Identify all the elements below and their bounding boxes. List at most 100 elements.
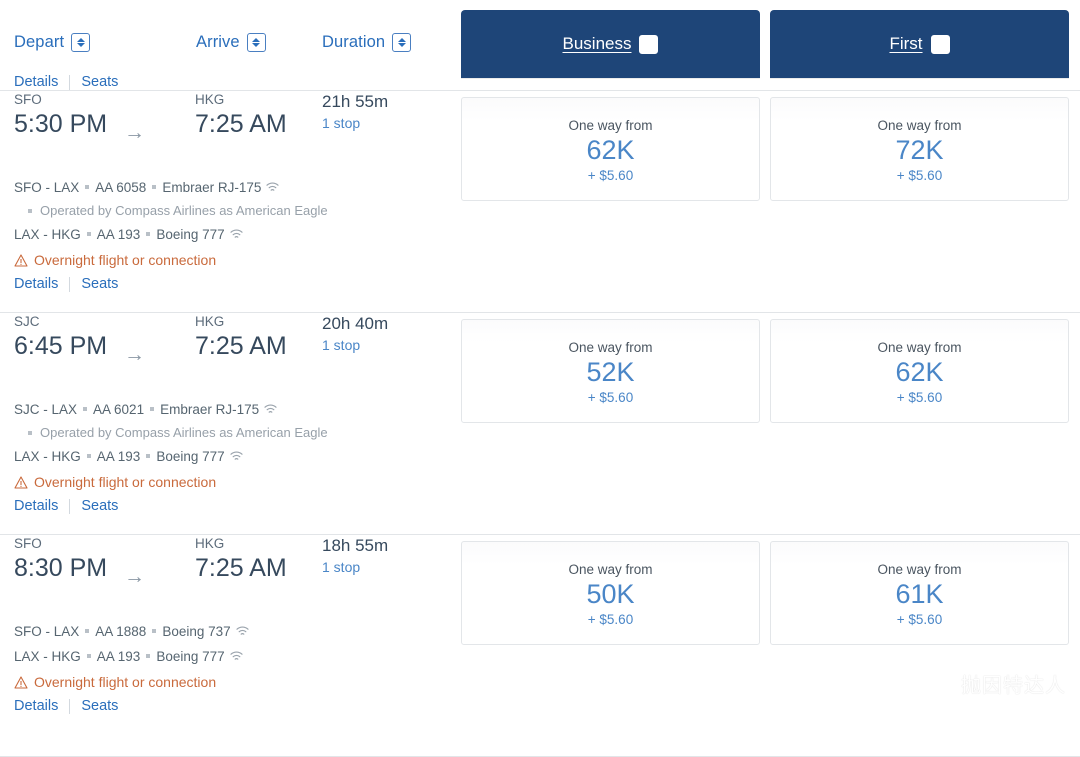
sort-stepper-icon[interactable]	[71, 33, 91, 52]
flight-leg: SFO - LAX AA 1888 Boeing 737	[0, 619, 460, 644]
flight-result-row: SFO 5:30 PM → HKG 7:25 AM 21h 55m 1 stop…	[0, 91, 1080, 313]
destination-airport-code: HKG	[195, 536, 225, 551]
seats-link[interactable]: Seats	[81, 498, 118, 514]
details-link[interactable]: Details	[14, 276, 58, 292]
price-miles-first: 62K	[895, 357, 944, 387]
stops-count[interactable]: 1 stop	[322, 112, 388, 134]
leg-flight-number: AA 6021	[93, 402, 145, 417]
duration-segment: 18h 55m 1 stop	[322, 535, 388, 578]
price-card-caption: One way from	[568, 118, 653, 133]
leg-route: LAX - HKG	[14, 227, 81, 242]
destination-airport-code: HKG	[195, 92, 225, 107]
link-divider	[69, 698, 71, 714]
destination-airport-code: HKG	[195, 314, 225, 329]
sort-stepper-icon[interactable]	[246, 33, 266, 52]
details-link[interactable]: Details	[14, 498, 58, 514]
flight-leg: LAX - HKG AA 193 Boeing 777	[0, 222, 460, 247]
sort-stepper-icon[interactable]	[639, 34, 659, 54]
price-card-first[interactable]: One way from 72K + $5.60	[770, 97, 1069, 201]
total-duration: 21h 55m	[322, 92, 389, 111]
arrive-segment: HKG 7:25 AM	[195, 313, 287, 361]
leg-route: LAX - HKG	[14, 449, 81, 464]
wifi-icon	[230, 451, 243, 460]
depart-segment: SJC 6:45 PM	[14, 313, 107, 361]
overnight-warning-text: Overnight flight or connection	[34, 474, 217, 490]
price-miles-business: 50K	[586, 579, 635, 609]
price-card-business[interactable]: One way from 52K + $5.60	[461, 319, 760, 423]
sort-control-depart[interactable]: Depart	[14, 33, 91, 52]
stops-count[interactable]: 1 stop	[322, 334, 388, 356]
duration-segment: 21h 55m 1 stop	[322, 91, 388, 134]
wifi-icon	[230, 651, 243, 660]
flight-result-row: SFO 8:30 PM → HKG 7:25 AM 18h 55m 1 stop…	[0, 535, 1080, 757]
itinerary-times: SFO 5:30 PM → HKG 7:25 AM 21h 55m 1 stop	[0, 91, 460, 153]
warning-triangle-icon	[14, 475, 28, 489]
sort-control-duration[interactable]: Duration	[322, 33, 412, 52]
depart-time: 6:45 PM	[14, 332, 108, 360]
tab-business[interactable]: Business	[461, 10, 760, 78]
link-divider	[69, 74, 71, 90]
origin-airport-code: SFO	[14, 536, 42, 551]
leg-route: SJC - LAX	[14, 402, 78, 417]
sort-label-depart: Depart	[14, 33, 65, 51]
bullet-separator	[85, 185, 90, 190]
triangle-up-icon	[397, 38, 406, 42]
triangle-up-icon	[76, 38, 85, 42]
price-miles-business: 52K	[586, 357, 635, 387]
sort-stepper-icon[interactable]	[930, 34, 950, 54]
details-link[interactable]: Details	[14, 698, 58, 714]
price-card-first[interactable]: One way from 61K + $5.60	[770, 541, 1069, 645]
seats-link[interactable]: Seats	[81, 276, 118, 292]
triangle-up-icon	[644, 39, 653, 44]
seats-link[interactable]: Seats	[81, 74, 118, 90]
link-divider	[69, 498, 71, 514]
stops-count[interactable]: 1 stop	[322, 556, 388, 578]
bullet-separator	[83, 407, 88, 412]
leg-flight-number: AA 6058	[95, 180, 147, 195]
price-card-first[interactable]: One way from 62K + $5.60	[770, 319, 1069, 423]
sort-bar: Depart Arrive Duration	[0, 0, 460, 78]
triangle-down-icon	[644, 44, 653, 49]
leg-flight-number: AA 193	[96, 449, 141, 464]
seats-link[interactable]: Seats	[81, 698, 118, 714]
triangle-down-icon	[397, 43, 406, 47]
price-tax-first: + $5.60	[896, 390, 943, 405]
leg-route: SFO - LAX	[14, 624, 80, 639]
flight-leg: LAX - HKG AA 193 Boeing 777	[0, 644, 460, 669]
origin-airport-code: SJC	[14, 314, 40, 329]
leg-flight-number: AA 1888	[95, 624, 147, 639]
sort-label-arrive: Arrive	[196, 33, 240, 51]
sort-control-arrive[interactable]: Arrive	[196, 33, 266, 52]
flight-leg: LAX - HKG AA 193 Boeing 777	[0, 444, 460, 469]
flight-result-row: SJC 6:45 PM → HKG 7:25 AM 20h 40m 1 stop…	[0, 313, 1080, 535]
tab-business-label: Business	[562, 34, 632, 53]
arrive-segment: HKG 7:25 AM	[195, 91, 287, 139]
overnight-warning: Overnight flight or connection	[0, 469, 460, 495]
details-link[interactable]: Details	[14, 74, 58, 90]
result-links: Details Seats	[0, 495, 460, 514]
sort-stepper-icon[interactable]	[392, 33, 412, 52]
total-duration: 20h 40m	[322, 314, 389, 333]
leg-aircraft: Embraer RJ-175	[160, 402, 260, 417]
price-miles-business: 62K	[586, 135, 635, 165]
price-miles-first: 61K	[895, 579, 944, 609]
leg-aircraft: Boeing 777	[156, 649, 225, 664]
triangle-down-icon	[76, 43, 85, 47]
bullet-separator	[86, 654, 91, 659]
arrow-right-icon: →	[124, 343, 145, 366]
price-tax-first: + $5.60	[896, 612, 943, 627]
operated-by-text: Operated by Compass Airlines as American…	[40, 203, 328, 218]
price-card-business[interactable]: One way from 62K + $5.60	[461, 97, 760, 201]
partial-result-row-top: Details Seats	[0, 74, 1080, 90]
arrow-right-icon: →	[124, 121, 145, 144]
price-card-caption: One way from	[568, 562, 653, 577]
wifi-icon	[264, 404, 277, 413]
warning-triangle-icon	[14, 675, 28, 689]
price-tax-business: + $5.60	[587, 612, 634, 627]
warning-triangle-icon	[14, 253, 28, 267]
price-card-business[interactable]: One way from 50K + $5.60	[461, 541, 760, 645]
itinerary: SFO 5:30 PM → HKG 7:25 AM 21h 55m 1 stop…	[0, 91, 460, 292]
result-links: Details Seats	[0, 695, 460, 714]
tab-first[interactable]: First	[770, 10, 1069, 78]
depart-segment: SFO 8:30 PM	[14, 535, 107, 583]
